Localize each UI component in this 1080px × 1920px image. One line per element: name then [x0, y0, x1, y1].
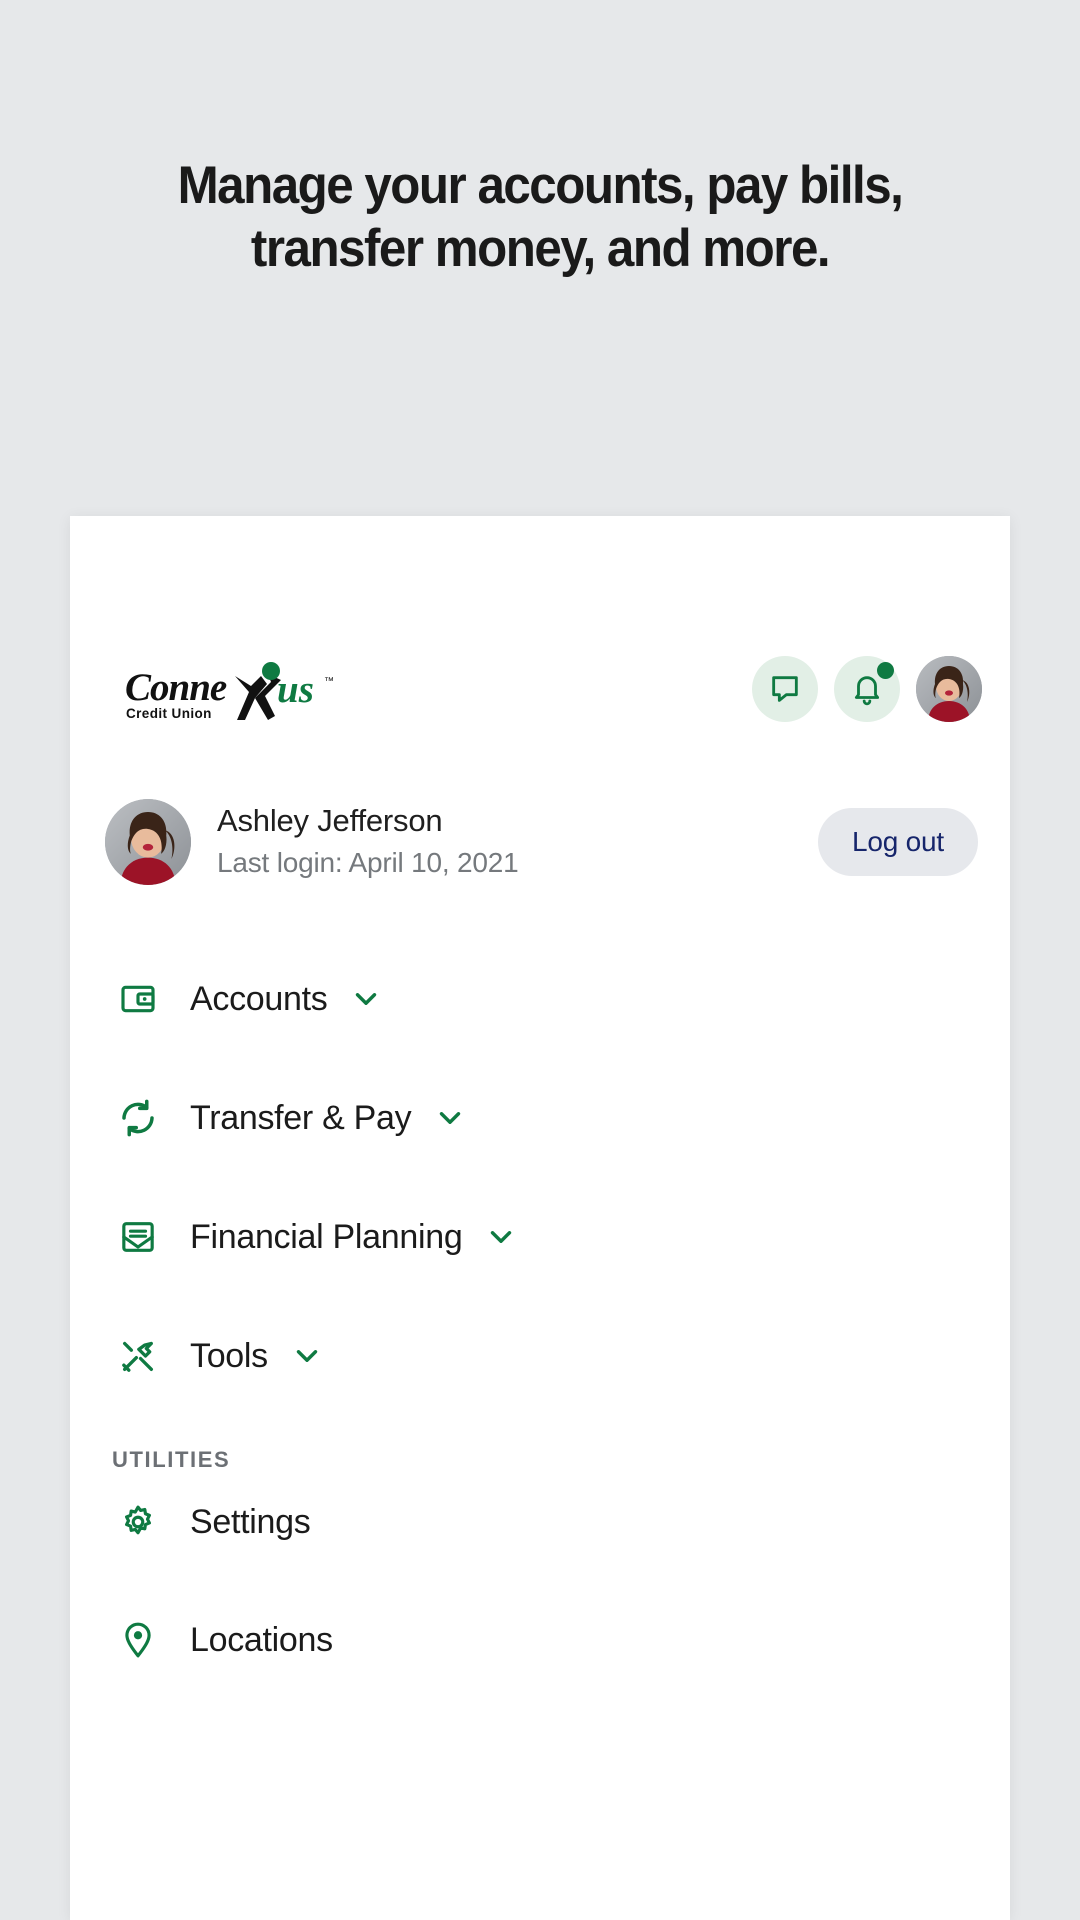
hammer-screwdriver-icon: [112, 1330, 164, 1382]
nav-item-transfer-and-pay[interactable]: Transfer & Pay: [70, 1075, 1010, 1161]
svg-text:™: ™: [324, 676, 334, 687]
avatar-photo: [916, 656, 982, 722]
page-title-line-2: transfer money, and more.: [250, 218, 831, 278]
nav-label: Locations: [190, 1620, 333, 1659]
notifications-button[interactable]: [834, 656, 900, 722]
chevron-down-icon[interactable]: [433, 1101, 467, 1135]
app-screenshot-card: Conne us ™ Credit Union Ashley Jefferson…: [70, 516, 1010, 1920]
main-navigation: Accounts Transfer & Pay Financial Planni…: [70, 956, 1010, 1683]
user-name: Ashley Jefferson: [217, 803, 443, 839]
header-avatar[interactable]: [916, 656, 982, 722]
envelope-document-icon: [112, 1211, 164, 1263]
nav-item-tools[interactable]: Tools: [70, 1313, 1010, 1399]
chevron-down-icon[interactable]: [484, 1220, 518, 1254]
nav-item-accounts[interactable]: Accounts: [70, 956, 1010, 1042]
svg-text:us: us: [277, 668, 314, 711]
chevron-down-icon[interactable]: [349, 982, 383, 1016]
svg-text:Credit Union: Credit Union: [126, 706, 212, 721]
user-details: Ashley Jefferson Last login: April 10, 2…: [217, 803, 818, 881]
last-login-text: Last login: April 10, 2021: [217, 846, 519, 878]
nav-label: Accounts: [190, 979, 328, 1018]
page-title-line-1: Manage your accounts, pay bills,: [177, 156, 904, 215]
user-avatar: [105, 799, 191, 885]
bell-icon: [850, 672, 884, 706]
gear-icon: [112, 1496, 164, 1548]
user-profile-row: Ashley Jefferson Last login: April 10, 2…: [70, 794, 1010, 890]
nav-label: Transfer & Pay: [190, 1098, 412, 1137]
nav-item-locations[interactable]: Locations: [70, 1597, 1010, 1683]
nav-item-financial-planning[interactable]: Financial Planning: [70, 1194, 1010, 1280]
nav-label: Tools: [190, 1336, 268, 1375]
nav-item-settings[interactable]: Settings: [70, 1479, 1010, 1565]
log-out-button[interactable]: Log out: [817, 808, 978, 876]
map-pin-icon: [112, 1614, 164, 1666]
app-header: Conne us ™ Credit Union: [70, 656, 1010, 736]
nav-label: Settings: [190, 1502, 311, 1541]
nav-label: Financial Planning: [190, 1217, 463, 1256]
svg-text:Conne: Conne: [125, 666, 227, 709]
chat-bubble-icon: [768, 672, 802, 706]
transfer-arrows-icon: [112, 1092, 164, 1144]
wallet-icon: [112, 973, 164, 1025]
avatar-photo: [105, 799, 191, 885]
messages-button[interactable]: [752, 656, 818, 722]
page-title: Manage your accounts, pay bills, transfe…: [38, 155, 1042, 280]
chevron-down-icon[interactable]: [290, 1339, 324, 1373]
utilities-section-header: UTILITIES: [112, 1447, 231, 1472]
notification-badge: [877, 662, 894, 679]
connexus-logo: Conne us ™ Credit Union: [125, 658, 335, 736]
header-actions: [752, 656, 982, 722]
